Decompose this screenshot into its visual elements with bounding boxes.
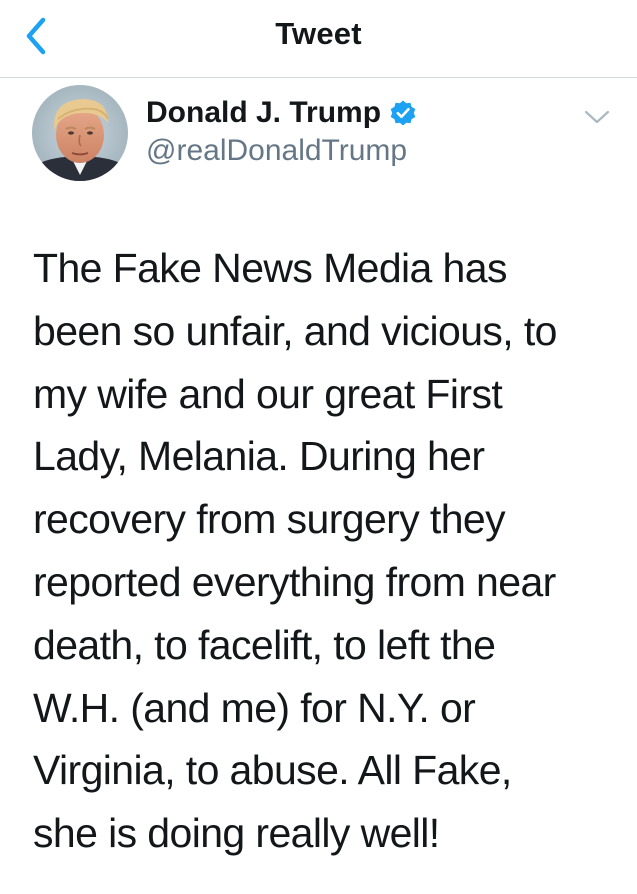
tweet-text-line: Virginia, to abuse. All Fake, xyxy=(33,747,512,794)
tweet-text-line: W.H. (and me) for N.Y. or xyxy=(33,684,476,731)
tweet-text-line: been so unfair, and vicious, to xyxy=(33,307,557,354)
tweet-menu-button[interactable] xyxy=(582,106,612,128)
avatar[interactable] xyxy=(32,85,128,181)
tweet-text-line: death, to facelift, to left the xyxy=(33,621,496,668)
tweet-text-line: reported everything from near xyxy=(33,558,556,605)
tweet-text-line: The Fake News Media has xyxy=(33,245,507,291)
verified-badge-icon xyxy=(390,100,416,126)
avatar-photo xyxy=(32,85,128,181)
chevron-down-icon xyxy=(584,110,610,124)
tweet-text-line: recovery from surgery they xyxy=(33,496,506,543)
page-title: Tweet xyxy=(275,16,362,51)
tweet-text-line: she is doing really well! xyxy=(33,810,440,857)
tweet-text-line: Lady, Melania. During her xyxy=(33,433,485,480)
tweet-text: The Fake News Media has been so unfair, … xyxy=(33,237,623,865)
author-display-name: Donald J. Trump xyxy=(146,96,382,129)
author-handle[interactable]: @realDonaldTrump xyxy=(146,134,407,168)
top-nav-bar: Tweet xyxy=(0,0,637,78)
author-name-row[interactable]: Donald J. Trump xyxy=(146,94,417,132)
tweet-text-line: my wife and our great First xyxy=(33,370,503,417)
